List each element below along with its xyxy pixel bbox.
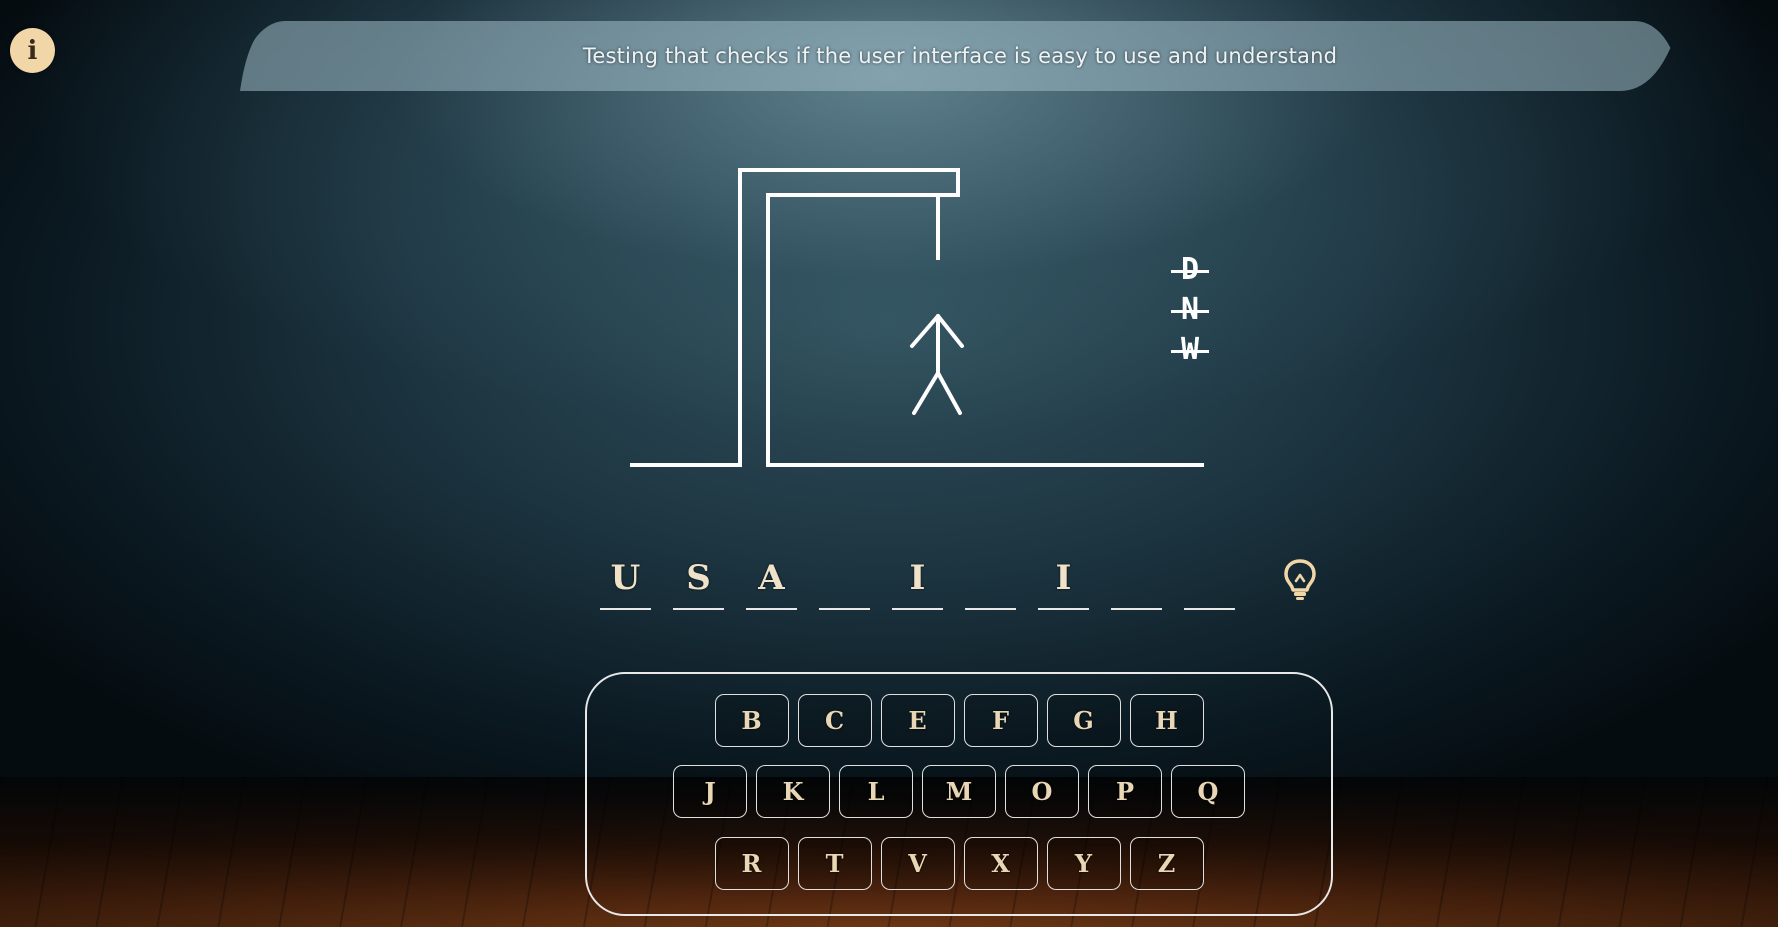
word-slots: U S A I I	[600, 552, 1235, 612]
key-j[interactable]: J	[673, 765, 747, 818]
key-x[interactable]: X	[963, 837, 1038, 890]
key-v[interactable]: V	[880, 837, 955, 890]
word-slot	[1111, 552, 1162, 610]
key-f[interactable]: F	[963, 694, 1038, 747]
key-z[interactable]: Z	[1129, 837, 1204, 890]
keyboard-row-3: R T V X Y Z	[587, 837, 1331, 890]
key-y[interactable]: Y	[1046, 837, 1121, 890]
missed-letter: N	[1165, 290, 1215, 330]
word-slot: I	[1038, 552, 1089, 610]
key-e[interactable]: E	[880, 694, 955, 747]
figure-leg-left	[912, 371, 940, 415]
word-slot: I	[892, 552, 943, 610]
figure-leg-right	[936, 371, 962, 415]
word-slot	[819, 552, 870, 610]
keyboard-row-1: B C E F G H	[587, 694, 1331, 747]
gallows-drawing	[630, 168, 1204, 467]
key-h[interactable]: H	[1129, 694, 1204, 747]
word-slot	[965, 552, 1016, 610]
key-r[interactable]: R	[714, 837, 789, 890]
keyboard-row-2: J K L M O P Q	[587, 765, 1331, 818]
key-t[interactable]: T	[797, 837, 872, 890]
banner-text: Testing that checks if the user interfac…	[582, 44, 1338, 68]
word-slot: U	[600, 552, 651, 610]
key-g[interactable]: G	[1046, 694, 1121, 747]
letter-keyboard: B C E F G H J K L M O P Q R T V X Y Z	[585, 672, 1333, 916]
key-q[interactable]: Q	[1171, 765, 1245, 818]
title-banner: Testing that checks if the user interfac…	[240, 21, 1680, 91]
key-b[interactable]: B	[714, 694, 789, 747]
missed-letter: W	[1165, 330, 1215, 370]
info-icon: i	[27, 35, 38, 66]
word-slot	[1184, 552, 1235, 610]
missed-letters: D N W	[1165, 250, 1215, 370]
figure-arm-left	[910, 314, 940, 348]
info-button[interactable]: i	[10, 28, 55, 73]
key-l[interactable]: L	[839, 765, 913, 818]
missed-letter: D	[1165, 250, 1215, 290]
word-slot: S	[673, 552, 724, 610]
lightbulb-icon[interactable]	[1282, 558, 1318, 602]
key-p[interactable]: P	[1088, 765, 1162, 818]
figure-arm-right	[936, 314, 964, 348]
key-m[interactable]: M	[922, 765, 996, 818]
word-slot: A	[746, 552, 797, 610]
key-o[interactable]: O	[1005, 765, 1079, 818]
key-k[interactable]: K	[756, 765, 830, 818]
key-c[interactable]: C	[797, 694, 872, 747]
